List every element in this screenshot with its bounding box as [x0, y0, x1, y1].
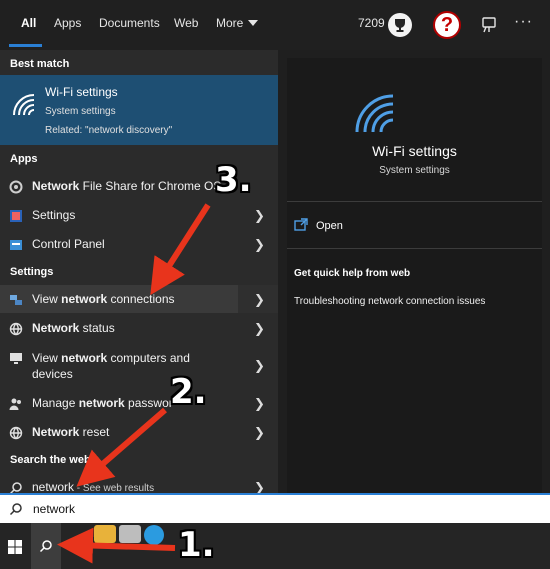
open-action[interactable]: Open — [316, 220, 343, 232]
tab-more-label: More — [216, 16, 244, 30]
feedback-icon[interactable] — [480, 16, 498, 34]
control-panel-icon — [9, 238, 23, 252]
tab-more[interactable]: More — [216, 16, 259, 30]
troubleshooting-link[interactable]: Troubleshooting network connection issue… — [294, 296, 485, 307]
preview-panel: Wi-Fi settings System settings Open Get … — [287, 58, 542, 493]
chevron-right-icon[interactable]: ❯ — [254, 425, 265, 441]
best-match-related[interactable]: Related: "network discovery" — [45, 125, 172, 136]
taskbar-search-button[interactable] — [31, 523, 61, 569]
best-match-subtitle: System settings — [45, 106, 116, 117]
step-2-label: 2. — [170, 372, 207, 412]
tab-documents[interactable]: Documents — [99, 16, 160, 30]
chevron-right-icon[interactable]: ❯ — [254, 358, 265, 374]
best-match-item[interactable]: Wi-Fi settings System settings Related: … — [0, 75, 278, 145]
active-tab-indicator — [9, 44, 42, 47]
users-icon — [9, 397, 23, 411]
search-icon — [39, 540, 52, 553]
step-3-label: 3. — [215, 160, 252, 200]
computers-devices-icon — [9, 351, 23, 365]
settings-item-view-network-computers[interactable]: View network computers and devices ❯ — [0, 343, 278, 387]
preview-title: Wi-Fi settings — [372, 143, 457, 159]
app-item-control-panel[interactable]: Control Panel ❯ — [0, 230, 278, 258]
app-item-settings[interactable]: Settings ❯ — [0, 201, 278, 229]
globe-icon — [9, 322, 23, 336]
more-options-icon[interactable]: ··· — [514, 13, 533, 31]
app-item-label: Control Panel — [32, 237, 105, 251]
chrome-os-share-icon — [9, 180, 23, 194]
trophy-icon[interactable] — [388, 13, 412, 37]
search-input[interactable]: network — [33, 502, 75, 516]
network-connections-icon — [9, 293, 23, 307]
settings-item-network-reset[interactable]: Network reset ❯ — [0, 418, 278, 446]
best-match-title: Wi-Fi settings — [45, 85, 118, 99]
web-search-label: network - See web results — [32, 480, 155, 493]
help-icon[interactable]: ? — [433, 11, 461, 39]
wifi-icon — [8, 89, 40, 121]
file-explorer-icon[interactable] — [94, 525, 116, 543]
chevron-right-icon[interactable]: ❯ — [254, 480, 265, 493]
settings-item-label: View network connections — [32, 292, 175, 306]
search-box[interactable]: network — [0, 493, 550, 523]
tab-web[interactable]: Web — [174, 16, 198, 30]
step-1-label: 1. — [178, 525, 215, 565]
results-panel: Best match Wi-Fi settings System setting… — [0, 50, 278, 493]
camera-app-icon[interactable] — [119, 525, 141, 543]
chevron-right-icon[interactable]: ❯ — [254, 292, 265, 308]
section-settings: Settings — [10, 266, 54, 278]
section-search-the-web: Search the web — [10, 454, 91, 466]
app-item-label: Network File Share for Chrome OS — [32, 179, 222, 193]
chevron-right-icon[interactable]: ❯ — [254, 321, 265, 337]
settings-item-label: Network status — [32, 321, 115, 335]
rewards-points: 7209 — [358, 16, 385, 30]
tab-all[interactable]: All — [21, 16, 36, 30]
tab-apps[interactable]: Apps — [54, 16, 81, 30]
settings-item-view-network-connections[interactable]: View network connections ❯ — [0, 285, 278, 313]
taskbar — [0, 523, 550, 569]
wifi-icon — [349, 88, 399, 138]
chevron-down-icon — [248, 20, 259, 26]
web-search-item[interactable]: network - See web results ❯ — [0, 473, 278, 493]
divider — [287, 248, 542, 249]
edge-browser-icon[interactable] — [144, 525, 164, 545]
search-filter-bar: All Apps Documents Web More 7209 ? ··· — [0, 0, 550, 50]
settings-item-manage-network-passwords[interactable]: Manage network passwor ❯ — [0, 389, 278, 417]
section-apps: Apps — [10, 153, 38, 165]
preview-subtitle: System settings — [379, 165, 450, 176]
search-icon — [9, 502, 23, 516]
settings-item-network-status[interactable]: Network status ❯ — [0, 314, 278, 342]
settings-item-label: Network reset — [32, 425, 110, 439]
globe-icon — [9, 426, 23, 440]
search-icon — [9, 481, 23, 493]
chevron-right-icon[interactable]: ❯ — [254, 237, 265, 253]
windows-start-icon[interactable] — [8, 540, 22, 554]
quick-help-heading: Get quick help from web — [294, 268, 411, 279]
open-icon[interactable] — [294, 218, 308, 232]
divider — [287, 201, 542, 202]
settings-app-icon — [9, 209, 23, 223]
settings-item-label: Manage network passwor — [32, 396, 173, 410]
chevron-right-icon[interactable]: ❯ — [254, 396, 265, 412]
chevron-right-icon[interactable]: ❯ — [254, 208, 265, 224]
section-best-match: Best match — [10, 58, 70, 70]
app-item-label: Settings — [32, 208, 76, 222]
